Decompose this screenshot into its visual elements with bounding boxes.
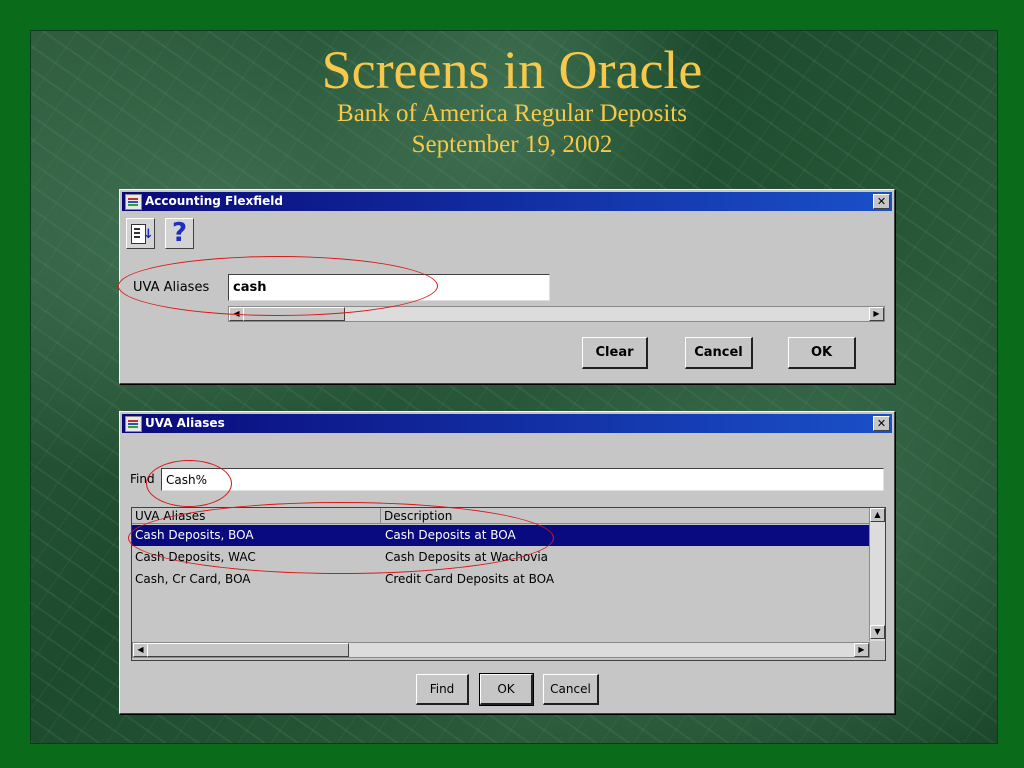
- annotation-circle-find: [146, 460, 232, 507]
- scroll-right-arrow-icon[interactable]: ▶: [854, 643, 869, 657]
- scroll-left-arrow-icon[interactable]: ◀: [133, 643, 148, 657]
- clear-button[interactable]: Clear: [582, 337, 648, 369]
- down-arrow-icon: ↓: [143, 227, 154, 242]
- aliases-window-title: UVA Aliases: [145, 416, 225, 430]
- slide-title: Screens in Oracle: [321, 40, 703, 100]
- aliases-cancel-button[interactable]: Cancel: [543, 674, 599, 705]
- scroll-down-arrow-icon[interactable]: ▼: [870, 625, 885, 639]
- find-input[interactable]: [161, 468, 884, 491]
- aliases-ok-button[interactable]: OK: [479, 673, 534, 706]
- aliases-vertical-scrollbar[interactable]: ▲ ▼: [869, 508, 885, 641]
- aliases-horizontal-scrollbar[interactable]: ◀ ▶: [132, 642, 870, 658]
- help-icon: ?: [171, 218, 188, 248]
- slide-date: September 19, 2002: [411, 131, 613, 158]
- slide-subtitle: Bank of America Regular Deposits: [337, 100, 687, 127]
- aliases-titlebar[interactable]: UVA Aliases ✕: [122, 414, 892, 433]
- help-button[interactable]: ?: [165, 218, 194, 249]
- row-alias: Cash, Cr Card, BOA: [135, 572, 251, 586]
- cancel-button[interactable]: Cancel: [685, 337, 753, 369]
- aliases-close-button[interactable]: ✕: [873, 416, 890, 431]
- row-description: Credit Card Deposits at BOA: [385, 572, 555, 586]
- ok-button[interactable]: OK: [788, 337, 856, 369]
- scroll-up-arrow-icon[interactable]: ▲: [870, 508, 885, 522]
- slide-title-block: Screens in Oracle Bank of America Regula…: [0, 40, 1024, 160]
- flexfield-window-title: Accounting Flexfield: [145, 194, 283, 208]
- scroll-right-arrow-icon[interactable]: ▶: [869, 307, 884, 321]
- find-button[interactable]: Find: [416, 674, 469, 705]
- list-row[interactable]: Cash, Cr Card, BOA Credit Card Deposits …: [132, 569, 869, 590]
- flexfield-titlebar[interactable]: Accounting Flexfield ✕: [122, 192, 892, 211]
- combinations-list-button[interactable]: ↓: [126, 218, 155, 249]
- oracle-app-icon: [125, 194, 142, 210]
- flexfield-close-button[interactable]: ✕: [873, 194, 890, 209]
- annotation-circle-uva-aliases: [118, 256, 438, 316]
- oracle-app-icon: [125, 416, 142, 432]
- annotation-circle-selected-row: [128, 502, 554, 574]
- scroll-thumb[interactable]: [147, 643, 349, 657]
